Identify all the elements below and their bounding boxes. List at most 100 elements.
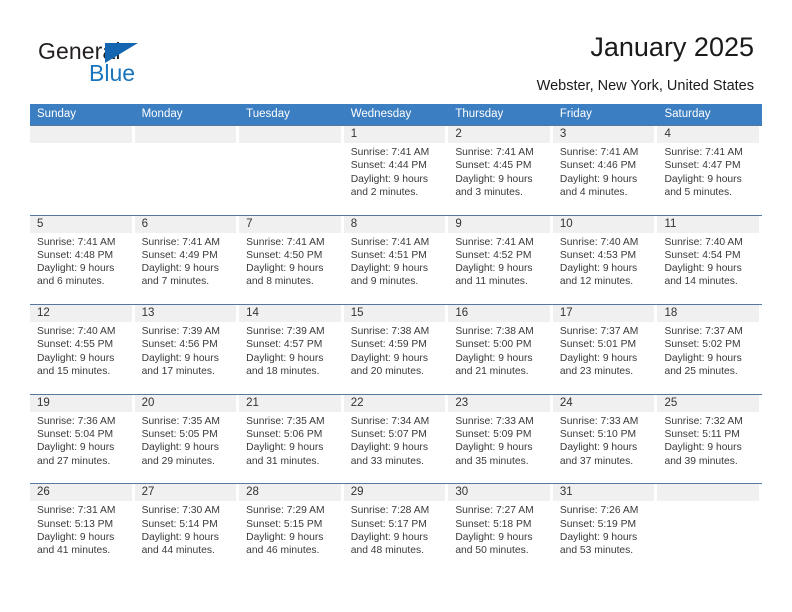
day-cell[interactable]: 22 Sunrise: 7:34 AM Sunset: 5:07 PM Dayl… <box>343 394 449 484</box>
day-number: 13 <box>134 305 237 323</box>
day-cell[interactable]: 8 Sunrise: 7:41 AM Sunset: 4:51 PM Dayli… <box>343 215 449 305</box>
day-details: Sunrise: 7:41 AM Sunset: 4:45 PM Dayligh… <box>448 143 550 199</box>
daylight-text-line2: and 12 minutes. <box>559 276 634 288</box>
daylight-text-line2: and 53 minutes. <box>559 545 634 557</box>
sunrise-text: Sunrise: 7:36 AM <box>37 415 116 427</box>
day-cell[interactable]: 10 Sunrise: 7:40 AM Sunset: 4:53 PM Dayl… <box>552 215 658 305</box>
day-cell[interactable] <box>30 126 135 215</box>
day-details <box>657 501 759 504</box>
daylight-text-line1: Daylight: 9 hours <box>141 352 219 364</box>
day-number: 17 <box>552 305 655 323</box>
day-details: Sunrise: 7:36 AM Sunset: 5:04 PM Dayligh… <box>30 412 132 468</box>
day-details: Sunrise: 7:32 AM Sunset: 5:11 PM Dayligh… <box>657 412 759 468</box>
sunset-text: Sunset: 4:46 PM <box>559 160 637 172</box>
general-blue-logo[interactable]: General Blue <box>38 38 238 86</box>
day-number: 31 <box>552 484 655 502</box>
daylight-text-line1: Daylight: 9 hours <box>141 531 219 543</box>
daylight-text-line1: Daylight: 9 hours <box>559 263 638 275</box>
day-cell[interactable]: 18 Sunrise: 7:37 AM Sunset: 5:02 PM Dayl… <box>657 305 762 394</box>
day-cell[interactable]: 19 Sunrise: 7:36 AM Sunset: 5:04 PM Dayl… <box>30 394 135 484</box>
day-number: 14 <box>239 305 341 323</box>
day-cell[interactable]: 11 Sunrise: 7:40 AM Sunset: 4:54 PM Dayl… <box>657 215 762 305</box>
day-cell[interactable]: 30 Sunrise: 7:27 AM Sunset: 5:18 PM Dayl… <box>448 484 553 573</box>
day-details: Sunrise: 7:39 AM Sunset: 4:56 PM Dayligh… <box>135 322 237 378</box>
daylight-text-line2: and 2 minutes. <box>350 186 419 198</box>
calendar-grid: Sunday Monday Tuesday Wednesday Thursday… <box>30 104 762 573</box>
day-cell[interactable]: 5 Sunrise: 7:41 AM Sunset: 4:48 PM Dayli… <box>30 215 135 305</box>
daylight-text-line2: and 17 minutes. <box>141 366 215 378</box>
day-cell[interactable] <box>134 126 240 215</box>
day-details: Sunrise: 7:37 AM Sunset: 5:02 PM Dayligh… <box>657 322 759 378</box>
daylight-text-line1: Daylight: 9 hours <box>455 352 533 364</box>
day-details: Sunrise: 7:40 AM Sunset: 4:54 PM Dayligh… <box>657 233 759 289</box>
day-details <box>135 143 237 146</box>
daylight-text-line1: Daylight: 9 hours <box>246 442 324 454</box>
day-number <box>134 126 237 143</box>
daylight-text-line1: Daylight: 9 hours <box>664 263 742 275</box>
daylight-text-line2: and 39 minutes. <box>664 455 738 467</box>
day-cell[interactable]: 7 Sunrise: 7:41 AM Sunset: 4:50 PM Dayli… <box>239 215 344 305</box>
sunrise-text: Sunrise: 7:41 AM <box>559 147 639 158</box>
daylight-text-line2: and 29 minutes. <box>141 455 215 467</box>
daylight-text-line2: and 14 minutes. <box>664 276 738 288</box>
day-cell[interactable]: 6 Sunrise: 7:41 AM Sunset: 4:49 PM Dayli… <box>134 215 240 305</box>
calendar-week-row: 12 Sunrise: 7:40 AM Sunset: 4:55 PM Dayl… <box>30 304 762 394</box>
daylight-text-line1: Daylight: 9 hours <box>37 352 115 364</box>
day-details: Sunrise: 7:41 AM Sunset: 4:48 PM Dayligh… <box>30 233 132 289</box>
calendar-week-row: 5 Sunrise: 7:41 AM Sunset: 4:48 PM Dayli… <box>30 214 762 305</box>
calendar-week-row: 26 Sunrise: 7:31 AM Sunset: 5:13 PM Dayl… <box>30 483 762 573</box>
day-cell[interactable]: 1 Sunrise: 7:41 AM Sunset: 4:44 PM Dayli… <box>343 126 449 215</box>
day-number: 21 <box>239 394 341 412</box>
page-header: General Blue January 2025 Webster, New Y… <box>0 0 792 104</box>
day-cell[interactable]: 13 Sunrise: 7:39 AM Sunset: 4:56 PM Dayl… <box>134 305 240 394</box>
sunrise-text: Sunrise: 7:28 AM <box>350 505 430 517</box>
day-cell[interactable]: 15 Sunrise: 7:38 AM Sunset: 4:59 PM Dayl… <box>343 305 449 394</box>
sunrise-text: Sunrise: 7:29 AM <box>246 505 325 517</box>
day-cell[interactable]: 23 Sunrise: 7:33 AM Sunset: 5:09 PM Dayl… <box>448 394 553 484</box>
day-cell[interactable]: 27 Sunrise: 7:30 AM Sunset: 5:14 PM Dayl… <box>134 484 240 573</box>
day-details: Sunrise: 7:37 AM Sunset: 5:01 PM Dayligh… <box>553 322 655 378</box>
calendar-week-row: 1 Sunrise: 7:41 AM Sunset: 4:44 PM Dayli… <box>30 125 762 215</box>
day-cell[interactable]: 14 Sunrise: 7:39 AM Sunset: 4:57 PM Dayl… <box>239 305 344 394</box>
day-cell[interactable]: 26 Sunrise: 7:31 AM Sunset: 5:13 PM Dayl… <box>30 484 135 573</box>
day-cell[interactable]: 16 Sunrise: 7:38 AM Sunset: 5:00 PM Dayl… <box>448 305 553 394</box>
daylight-text-line1: Daylight: 9 hours <box>350 352 429 364</box>
day-cell[interactable]: 31 Sunrise: 7:26 AM Sunset: 5:19 PM Dayl… <box>552 484 658 573</box>
day-details: Sunrise: 7:28 AM Sunset: 5:17 PM Dayligh… <box>344 501 446 557</box>
daylight-text-line2: and 15 minutes. <box>37 366 111 378</box>
day-number: 20 <box>134 394 237 412</box>
day-number: 15 <box>343 305 446 323</box>
day-details: Sunrise: 7:40 AM Sunset: 4:55 PM Dayligh… <box>30 322 132 378</box>
day-cell[interactable]: 12 Sunrise: 7:40 AM Sunset: 4:55 PM Dayl… <box>30 305 135 394</box>
sunrise-text: Sunrise: 7:37 AM <box>664 326 743 338</box>
daylight-text-line1: Daylight: 9 hours <box>350 442 429 454</box>
daylight-text-line1: Daylight: 9 hours <box>37 531 115 543</box>
day-cell[interactable] <box>657 484 762 573</box>
sunset-text: Sunset: 5:17 PM <box>350 518 427 530</box>
sunset-text: Sunset: 5:05 PM <box>141 429 218 441</box>
day-details: Sunrise: 7:39 AM Sunset: 4:57 PM Dayligh… <box>239 322 341 378</box>
day-cell[interactable]: 3 Sunrise: 7:41 AM Sunset: 4:46 PM Dayli… <box>552 126 658 215</box>
day-details: Sunrise: 7:33 AM Sunset: 5:09 PM Dayligh… <box>448 412 550 468</box>
day-cell[interactable]: 17 Sunrise: 7:37 AM Sunset: 5:01 PM Dayl… <box>552 305 658 394</box>
day-cell[interactable]: 9 Sunrise: 7:41 AM Sunset: 4:52 PM Dayli… <box>448 215 553 305</box>
day-cell[interactable]: 28 Sunrise: 7:29 AM Sunset: 5:15 PM Dayl… <box>239 484 344 573</box>
day-number <box>30 126 132 143</box>
day-number: 22 <box>343 394 446 412</box>
daylight-text-line2: and 44 minutes. <box>141 545 215 557</box>
sunrise-text: Sunrise: 7:41 AM <box>455 236 534 248</box>
day-cell[interactable]: 29 Sunrise: 7:28 AM Sunset: 5:17 PM Dayl… <box>343 484 449 573</box>
day-cell[interactable]: 25 Sunrise: 7:32 AM Sunset: 5:11 PM Dayl… <box>657 394 762 484</box>
day-cell[interactable]: 24 Sunrise: 7:33 AM Sunset: 5:10 PM Dayl… <box>552 394 658 484</box>
daylight-text-line2: and 18 minutes. <box>246 366 320 378</box>
sunset-text: Sunset: 4:51 PM <box>350 249 427 261</box>
day-number: 19 <box>30 394 132 412</box>
sunrise-text: Sunrise: 7:33 AM <box>559 415 639 427</box>
day-cell[interactable] <box>239 126 344 215</box>
day-cell[interactable]: 20 Sunrise: 7:35 AM Sunset: 5:05 PM Dayl… <box>134 394 240 484</box>
sunrise-text: Sunrise: 7:35 AM <box>141 415 220 427</box>
daylight-text-line1: Daylight: 9 hours <box>664 173 742 185</box>
day-cell[interactable]: 2 Sunrise: 7:41 AM Sunset: 4:45 PM Dayli… <box>448 126 553 215</box>
day-cell[interactable]: 4 Sunrise: 7:41 AM Sunset: 4:47 PM Dayli… <box>657 126 762 215</box>
day-cell[interactable]: 21 Sunrise: 7:35 AM Sunset: 5:06 PM Dayl… <box>239 394 344 484</box>
